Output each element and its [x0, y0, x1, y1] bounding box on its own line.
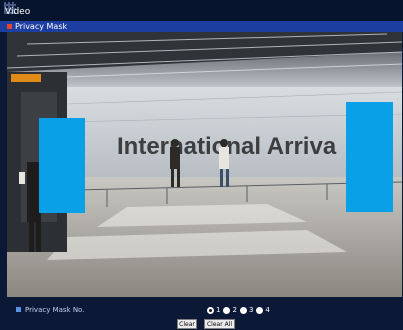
radio-button[interactable]: [256, 306, 264, 314]
mask-number-radio-group: 1 2 3 4: [207, 305, 273, 315]
bullet-icon: [16, 307, 21, 312]
radio-label: 3: [248, 306, 254, 314]
video-preview[interactable]: International Arriva: [7, 32, 402, 297]
clear-all-button[interactable]: Clear All: [204, 319, 235, 329]
mask-radio-option-3[interactable]: 3: [239, 305, 254, 315]
radio-label: 2: [232, 306, 237, 314]
mask-radio-option-4[interactable]: 4: [256, 305, 270, 315]
radio-button-selected[interactable]: [207, 306, 214, 314]
section-title: Privacy Mask: [15, 22, 68, 31]
privacy-mask-area-1[interactable]: [39, 118, 85, 213]
mask-radio-option-2[interactable]: 2: [223, 305, 237, 315]
window-title: Video: [5, 7, 31, 17]
clear-button[interactable]: Clear: [177, 319, 197, 329]
window-titlebar: Video: [0, 0, 403, 21]
radio-button[interactable]: [223, 306, 231, 314]
radio-button[interactable]: [239, 306, 247, 314]
section-bullet-icon: [7, 24, 12, 29]
radio-label: 4: [265, 306, 270, 314]
privacy-mask-number-label: Privacy Mask No.: [25, 306, 85, 314]
mask-radio-option-1[interactable]: 1: [207, 305, 220, 315]
mask-controls: Privacy Mask No. 1 2 3 4 Clear Clear All: [0, 297, 403, 330]
section-header: Privacy Mask: [0, 21, 403, 32]
radio-label: 1: [216, 306, 221, 314]
privacy-mask-area-2[interactable]: [346, 102, 393, 212]
